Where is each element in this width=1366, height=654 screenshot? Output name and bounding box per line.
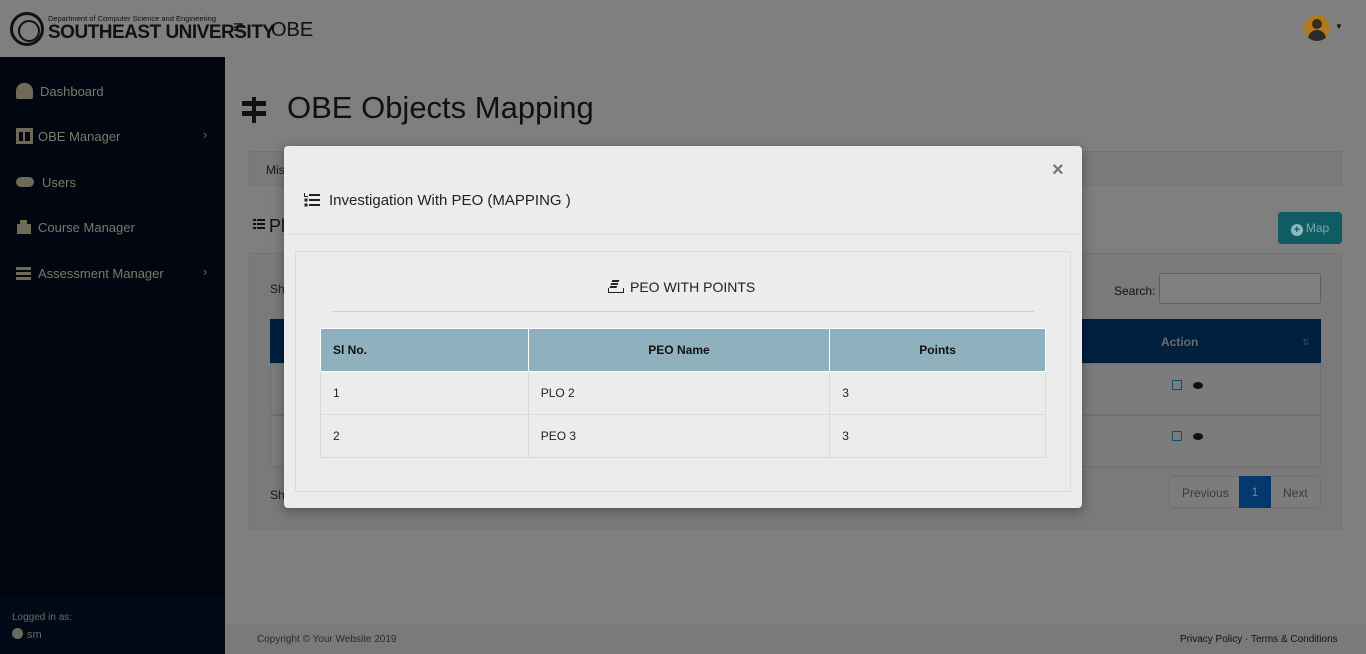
- logged-in-username: sm: [27, 629, 42, 641]
- eye-icon[interactable]: [1193, 433, 1203, 440]
- search-input[interactable]: [1159, 273, 1321, 304]
- pagination-page-1[interactable]: 1: [1239, 476, 1271, 508]
- caret-down-icon[interactable]: ▼: [1335, 22, 1343, 31]
- layer-group-icon: [608, 279, 624, 293]
- sidebar-item-label: OBE Manager: [38, 129, 121, 144]
- cell-sl-no: 2: [320, 414, 529, 458]
- modal-title: Investigation With PEO (MAPPING ): [329, 192, 571, 209]
- bars-icon: [16, 265, 33, 281]
- cell-sl-no: 1: [320, 371, 529, 415]
- logged-in-user: sm: [12, 628, 42, 641]
- map-button[interactable]: + Map: [1278, 212, 1342, 244]
- action-column-header[interactable]: Action: [1161, 335, 1198, 349]
- app-title: OBE: [271, 19, 314, 41]
- tasks-icon: [304, 193, 320, 207]
- cell-peo-name: PEO 3: [527, 414, 831, 458]
- table-row: 2 PEO 3 3: [320, 414, 1046, 458]
- edit-icon[interactable]: [1172, 380, 1182, 390]
- column-header-points: Points: [829, 328, 1046, 372]
- section-divider: [332, 311, 1034, 312]
- logged-in-panel: Logged in as: sm: [0, 598, 225, 654]
- column-header-peo-name: PEO Name: [527, 328, 831, 372]
- modal-header-divider: [284, 234, 1082, 235]
- eye-icon[interactable]: [1193, 382, 1203, 389]
- cell-points: 3: [829, 371, 1046, 415]
- peo-points-table: Sl No. PEO Name Points 1 PLO 2 3 2 PEO 3…: [320, 328, 1046, 458]
- logged-in-label: Logged in as:: [12, 612, 73, 623]
- search-label: Search:: [1114, 284, 1156, 298]
- users-icon: [16, 174, 34, 190]
- user-circle-icon: [12, 628, 23, 639]
- list-icon: [253, 219, 265, 229]
- cell-points: 3: [829, 414, 1046, 458]
- map-button-label: Map: [1305, 221, 1330, 235]
- sidebar-item-label: Course Manager: [38, 220, 135, 235]
- close-icon[interactable]: ×: [1052, 160, 1064, 180]
- footer-links[interactable]: Privacy Policy · Terms & Conditions: [1180, 634, 1338, 645]
- entries-info: Sh: [270, 488, 285, 502]
- menu-toggle-icon[interactable]: ≡: [233, 17, 247, 37]
- sidebar: Dashboard OBE Manager › Users Course Man…: [0, 57, 225, 654]
- sidebar-item-label: Dashboard: [40, 84, 104, 99]
- plus-circle-icon: +: [1290, 224, 1303, 236]
- pagination-previous[interactable]: Previous: [1182, 486, 1229, 500]
- pagination-next[interactable]: Next: [1283, 486, 1308, 500]
- peo-section-title: PEO WITH POINTS: [630, 279, 756, 295]
- edit-icon[interactable]: [1172, 431, 1182, 441]
- boxes-icon: [16, 219, 33, 235]
- sidebar-item-label: Users: [42, 175, 76, 190]
- column-header-sl-no: Sl No.: [320, 328, 529, 372]
- sidebar-item-label: Assessment Manager: [38, 266, 164, 281]
- university-seal-icon: [10, 12, 44, 46]
- page-title: OBE Objects Mapping: [287, 90, 594, 125]
- sidebar-item-dashboard[interactable]: Dashboard: [0, 71, 225, 111]
- cell-peo-name: PLO 2: [527, 371, 831, 415]
- map-signs-icon: [242, 97, 266, 123]
- sidebar-item-assessment-manager[interactable]: Assessment Manager ›: [0, 253, 225, 293]
- entries-length-label: Sh: [270, 282, 285, 296]
- sort-icon[interactable]: ⇅: [1302, 337, 1310, 348]
- chevron-right-icon: ›: [203, 127, 208, 142]
- university-logo[interactable]: Department of Computer Science and Engin…: [10, 11, 275, 47]
- user-avatar[interactable]: [1304, 15, 1330, 41]
- sidebar-item-users[interactable]: Users: [0, 162, 225, 202]
- tab-mission[interactable]: Mis: [266, 163, 285, 177]
- sidebar-item-obe-manager[interactable]: OBE Manager ›: [0, 116, 225, 156]
- sidebar-item-course-manager[interactable]: Course Manager: [0, 207, 225, 247]
- section-heading: Pl: [269, 216, 286, 236]
- table-header-row: Sl No. PEO Name Points: [320, 328, 1046, 372]
- table-row: 1 PLO 2 3: [320, 371, 1046, 415]
- tachometer-icon: [16, 83, 33, 99]
- footer-copyright: Copyright © Your Website 2019: [257, 634, 397, 645]
- chevron-right-icon: ›: [203, 264, 208, 279]
- table-icon: [16, 128, 33, 144]
